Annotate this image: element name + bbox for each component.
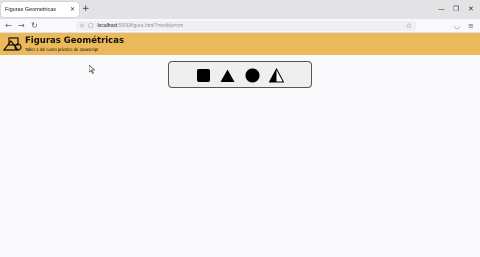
page-info-icon[interactable]: ▢	[88, 23, 93, 29]
close-tab-icon[interactable]: ✕	[70, 6, 75, 13]
minimize-icon[interactable]: —	[438, 4, 445, 14]
new-tab-icon[interactable]: +	[82, 3, 90, 15]
back-icon[interactable]: ←	[5, 20, 12, 32]
url-path: :5500/figura.html?medida=cm	[117, 23, 184, 29]
tab-title: Figuras Geometricas	[5, 6, 57, 13]
page-title: Figuras Geométricas	[25, 36, 125, 46]
forward-icon[interactable]: →	[18, 20, 25, 32]
browser-tab[interactable]: Figuras Geometricas ✕	[1, 2, 79, 17]
shape-selector	[168, 61, 312, 88]
url-text: localhost:5500/figura.html?medida=cm	[97, 23, 183, 29]
bookmark-star-icon[interactable]: ☆	[406, 21, 412, 31]
mouse-cursor-icon	[89, 65, 95, 74]
shapes-logo-icon	[3, 37, 22, 51]
shield-icon[interactable]: ◇	[80, 23, 84, 29]
browser-tab-strip: Figuras Geometricas ✕ + — ❐ ✕	[0, 0, 480, 19]
isosceles-triangle-icon[interactable]	[269, 68, 284, 83]
reload-icon[interactable]: ↻	[31, 20, 38, 32]
triangle-icon[interactable]	[220, 68, 235, 83]
maximize-icon[interactable]: ❐	[453, 4, 459, 14]
address-bar[interactable]: ◇ ▢ localhost:5500/figura.html?medida=cm…	[76, 21, 416, 31]
circle-icon[interactable]	[245, 68, 260, 83]
close-window-icon[interactable]: ✕	[468, 4, 474, 14]
browser-toolbar: ← → ↻ ◇ ▢ localhost:5500/figura.html?med…	[0, 19, 480, 33]
pocket-icon[interactable]: ◡	[454, 21, 460, 31]
square-icon[interactable]	[196, 68, 211, 83]
menu-icon[interactable]: ≡	[468, 21, 474, 31]
page-subtitle: Taller 1 del curso práctico de Javascrip…	[25, 47, 99, 52]
url-host: localhost	[97, 23, 118, 29]
page-header: Figuras Geométricas Taller 1 del curso p…	[0, 33, 480, 55]
